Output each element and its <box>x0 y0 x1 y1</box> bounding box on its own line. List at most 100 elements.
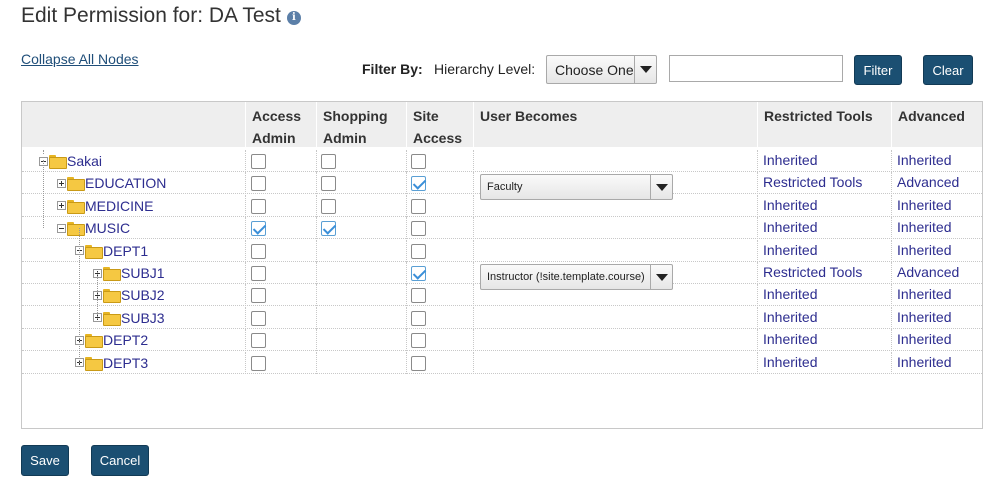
header-site-access-line2: Access <box>413 130 463 146</box>
access-admin-checkbox[interactable] <box>251 243 266 259</box>
filter-button[interactable]: Filter <box>854 55 902 85</box>
tree-node[interactable]: SUBJ2 <box>93 284 165 306</box>
cell-divider <box>316 329 317 352</box>
shopping-admin-checkbox[interactable] <box>321 221 336 237</box>
restricted-tools-link[interactable]: Inherited <box>763 286 817 302</box>
hierarchy-level-select[interactable]: Choose One <box>546 55 657 84</box>
tree-node-label[interactable]: MEDICINE <box>85 198 153 214</box>
access-admin-checkbox[interactable] <box>251 221 266 237</box>
tree-node-label[interactable]: DEPT1 <box>103 243 148 259</box>
access-admin-checkbox[interactable] <box>251 355 266 371</box>
shopping-admin-checkbox[interactable] <box>321 176 336 192</box>
cell-divider <box>891 150 892 172</box>
info-icon[interactable]: i <box>286 10 301 25</box>
advanced-link[interactable]: Inherited <box>897 219 951 235</box>
cell-divider <box>757 329 758 352</box>
cell-divider <box>891 284 892 307</box>
tree-node[interactable]: Sakai <box>39 150 102 172</box>
chevron-down-icon <box>650 265 672 289</box>
advanced-link[interactable]: Advanced <box>897 174 959 190</box>
restricted-tools-link[interactable]: Inherited <box>763 242 817 258</box>
tree-node-label[interactable]: SUBJ2 <box>121 287 165 303</box>
access-admin-checkbox[interactable] <box>251 266 266 281</box>
cell-divider <box>406 329 407 352</box>
user-becomes-select[interactable]: Instructor (!site.template.course) <box>480 264 673 290</box>
tree-node[interactable]: SUBJ3 <box>93 307 165 329</box>
advanced-link[interactable]: Advanced <box>897 264 959 280</box>
cell-divider <box>757 217 758 240</box>
tree-node[interactable]: DEPT2 <box>75 329 148 351</box>
restricted-tools-link[interactable]: Inherited <box>763 331 817 347</box>
tree-node-label[interactable]: MUSIC <box>85 220 130 236</box>
collapse-all-nodes-link[interactable]: Collapse All Nodes <box>21 51 139 67</box>
filter-input[interactable] <box>669 55 843 82</box>
expand-node-icon[interactable] <box>57 178 66 188</box>
cancel-button[interactable]: Cancel <box>91 445 149 476</box>
tree-node-label[interactable]: DEPT2 <box>103 332 148 348</box>
site-access-checkbox[interactable] <box>411 221 426 237</box>
tree-node-label[interactable]: DEPT3 <box>103 355 148 371</box>
cell-divider <box>891 239 892 262</box>
site-access-checkbox[interactable] <box>411 243 426 259</box>
restricted-tools-link[interactable]: Restricted Tools <box>763 174 862 190</box>
cell-divider <box>245 284 246 307</box>
restricted-tools-link[interactable]: Inherited <box>763 354 817 370</box>
folder-icon <box>67 199 85 214</box>
restricted-tools-link[interactable]: Inherited <box>763 309 817 325</box>
restricted-tools-link[interactable]: Inherited <box>763 219 817 235</box>
header-user-becomes: User Becomes <box>473 102 757 147</box>
user-becomes-select[interactable]: Faculty <box>480 174 673 201</box>
access-admin-checkbox[interactable] <box>251 333 266 349</box>
tree-node-label[interactable]: SUBJ1 <box>121 265 165 281</box>
tree-node-label[interactable]: SUBJ3 <box>121 310 165 326</box>
restricted-tools-link[interactable]: Restricted Tools <box>763 264 862 280</box>
site-access-checkbox[interactable] <box>411 288 426 304</box>
advanced-link[interactable]: Inherited <box>897 242 951 258</box>
site-access-checkbox[interactable] <box>411 355 426 371</box>
advanced-link[interactable]: Inherited <box>897 309 951 325</box>
shopping-admin-checkbox[interactable] <box>321 154 336 169</box>
save-button[interactable]: Save <box>21 445 69 476</box>
access-admin-checkbox[interactable] <box>251 310 266 326</box>
page-title-text: Edit Permission for: DA Test <box>21 4 281 27</box>
cell-divider <box>473 262 474 284</box>
cell-divider <box>245 150 246 172</box>
cell-divider <box>473 194 474 217</box>
site-access-checkbox[interactable] <box>411 266 426 281</box>
cell-divider <box>473 217 474 240</box>
tree-node-label[interactable]: EDUCATION <box>85 175 166 191</box>
access-admin-checkbox[interactable] <box>251 154 266 169</box>
header-node <box>22 102 245 147</box>
expand-node-icon[interactable] <box>57 201 66 211</box>
site-access-checkbox[interactable] <box>411 310 426 326</box>
table-row: SUBJ3 Inherited Inherited <box>22 306 982 329</box>
tree-node[interactable]: MUSIC <box>57 217 130 239</box>
access-admin-checkbox[interactable] <box>251 288 266 304</box>
tree-node[interactable]: DEPT3 <box>75 352 148 374</box>
tree-node[interactable]: MEDICINE <box>57 195 153 217</box>
restricted-tools-link[interactable]: Inherited <box>763 152 817 168</box>
restricted-tools-link[interactable]: Inherited <box>763 197 817 213</box>
cell-divider <box>316 306 317 329</box>
advanced-link[interactable]: Inherited <box>897 354 951 370</box>
shopping-admin-checkbox[interactable] <box>321 198 336 214</box>
access-admin-checkbox[interactable] <box>251 198 266 214</box>
site-access-checkbox[interactable] <box>411 333 426 349</box>
access-admin-checkbox[interactable] <box>251 176 266 192</box>
folder-icon <box>103 311 121 326</box>
advanced-link[interactable]: Inherited <box>897 331 951 347</box>
site-access-checkbox[interactable] <box>411 176 426 192</box>
tree-node[interactable]: EDUCATION <box>57 172 166 194</box>
tree-node[interactable]: SUBJ1 <box>93 262 165 284</box>
tree-node-label[interactable]: Sakai <box>67 153 102 169</box>
advanced-link[interactable]: Inherited <box>897 152 951 168</box>
site-access-checkbox[interactable] <box>411 198 426 214</box>
advanced-link[interactable]: Inherited <box>897 286 951 302</box>
user-becomes-value: Instructor (!site.template.course) <box>487 271 645 283</box>
advanced-link[interactable]: Inherited <box>897 197 951 213</box>
header-site-access: Site Access <box>406 102 473 147</box>
tree-node[interactable]: DEPT1 <box>75 240 148 262</box>
clear-button[interactable]: Clear <box>923 55 973 85</box>
collapse-node-icon[interactable] <box>57 223 66 233</box>
site-access-checkbox[interactable] <box>411 154 426 169</box>
